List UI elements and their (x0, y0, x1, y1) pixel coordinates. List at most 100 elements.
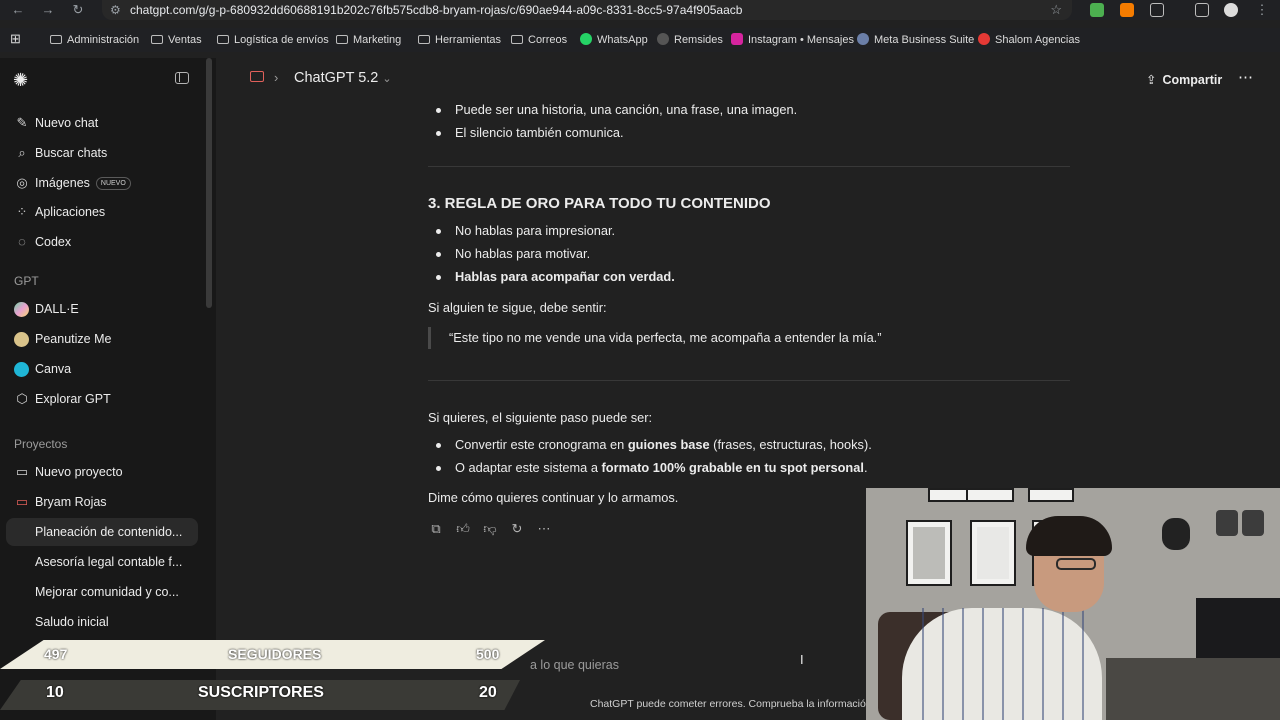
forward-icon[interactable]: → (40, 2, 56, 18)
thumbs-down-icon[interactable]: 👎︎ (482, 521, 498, 537)
copy-icon[interactable]: ⧉ (428, 521, 444, 537)
address-bar[interactable]: ⚙ chatgpt.com/g/g-p-680932dd60688191b202… (102, 0, 1072, 20)
chat-item[interactable]: Asesoría legal contable f... (6, 548, 198, 576)
thumbs-up-icon[interactable]: 👍︎ (455, 521, 471, 537)
folder-icon (336, 35, 348, 44)
sidebar-item-apps[interactable]: ⁘ Aplicaciones (6, 198, 198, 226)
blockquote: “Este tipo no me vende una vida perfecta… (428, 327, 1070, 349)
chat-header: › ChatGPT 5.2 ⌄ ⇪ Compartir ⋯ (216, 58, 1280, 102)
regenerate-icon[interactable]: ↻ (509, 521, 525, 537)
sidebar-item-new-chat[interactable]: ✎ Nuevo chat (6, 109, 198, 137)
list-item: Hablas para acompañar con verdad. (436, 269, 675, 284)
wall-frame (1028, 488, 1074, 502)
sidebar-item-search-chats[interactable]: ⌕ Buscar chats (6, 139, 198, 167)
sidebar-item-codex[interactable]: ◌ Codex (6, 228, 198, 256)
sidebar: ✺ ✎ Nuevo chat ⌕ Buscar chats ◎ Imágenes NUE… (0, 58, 216, 720)
bookmark-ventas[interactable]: Ventas (151, 33, 202, 47)
divider (428, 380, 1070, 381)
meta-icon (857, 33, 869, 45)
canva-icon (14, 362, 29, 377)
sidebar-item-new-project[interactable]: ▭ Nuevo proyecto (6, 458, 198, 486)
bookmark-logistica[interactable]: Logística de envíos (217, 33, 329, 47)
extensions-puzzle-icon[interactable] (1150, 3, 1164, 17)
wall-frame (966, 488, 1014, 502)
folder-icon (50, 35, 62, 44)
chevron-right-icon: › (274, 70, 279, 85)
bookmark-correos[interactable]: Correos (511, 33, 567, 47)
wall-hat (1162, 518, 1190, 550)
projects-section-label: Proyectos (14, 437, 68, 451)
stream-stats-overlay: 497 SEGUIDORES 500 10 SUSCRIPTORES 20 (0, 640, 545, 720)
chat-item[interactable]: Mejorar comunidad y co... (6, 578, 198, 606)
folder-icon (418, 35, 430, 44)
site-info-icon[interactable]: ⚙ (110, 0, 121, 20)
apps-grid-icon[interactable]: ⊞ (10, 32, 21, 46)
bookmark-shalom[interactable]: Shalom Agencias (978, 33, 1080, 47)
openai-logo-icon[interactable]: ✺ (13, 70, 28, 91)
bookmark-star-icon[interactable]: ☆ (1050, 0, 1062, 20)
paragraph: Dime cómo quieres continuar y lo armamos… (428, 490, 679, 505)
subscribers-label: SUSCRIPTORES (198, 684, 324, 701)
list-item: Convertir este cronograma en guiones bas… (436, 437, 872, 452)
bookmark-herramientas[interactable]: Herramientas (418, 33, 501, 47)
desk (1106, 658, 1280, 720)
bookmark-meta[interactable]: Meta Business Suite (857, 33, 974, 47)
sidebar-toggle-icon[interactable] (175, 72, 189, 84)
extension-icon[interactable] (1090, 3, 1104, 17)
instagram-icon (731, 33, 743, 45)
bookmark-marketing[interactable]: Marketing (336, 33, 401, 47)
list-item: No hablas para motivar. (435, 246, 591, 261)
list-item: No hablas para impresionar. (435, 223, 616, 238)
section-heading: 3. REGLA DE ORO PARA TODO TU CONTENIDO (428, 195, 771, 212)
project-folder-icon[interactable] (250, 71, 264, 82)
text-cursor-icon: I (800, 652, 804, 667)
person-glasses (1056, 558, 1096, 570)
followers-goal: 500 (476, 646, 500, 662)
followers-current: 497 (44, 646, 68, 662)
list-item: Puede ser una historia, una canción, una… (435, 102, 798, 117)
subscribers-goal: 20 (479, 684, 497, 701)
chevron-down-icon: ⌄ (382, 73, 392, 85)
gpt-section-label: GPT (14, 274, 39, 288)
model-selector[interactable]: ChatGPT 5.2 ⌄ (294, 70, 392, 86)
sidebar-item-canva[interactable]: Canva (6, 355, 198, 383)
bookmark-whatsapp[interactable]: WhatsApp (580, 33, 648, 47)
chat-item[interactable]: Saludo inicial (6, 608, 198, 636)
sidebar-scrollbar[interactable] (206, 58, 212, 308)
dalle-icon (14, 302, 29, 317)
bookmark-remsides[interactable]: Remsides (657, 33, 723, 47)
browser-menu-icon[interactable]: ⋮ (1254, 2, 1270, 18)
chat-item[interactable]: Planeación de contenido... (6, 518, 198, 546)
whatsapp-icon (580, 33, 592, 45)
bookmark-administracion[interactable]: Administración (50, 33, 139, 47)
divider (428, 166, 1070, 167)
webcam-overlay (866, 488, 1280, 720)
shalom-icon (978, 33, 990, 45)
share-button[interactable]: ⇪ Compartir (1146, 72, 1222, 87)
url-text: chatgpt.com/g/g-p-680932dd60688191b202c7… (130, 3, 743, 17)
sidebar-item-images[interactable]: ◎ Imágenes NUEVO (6, 169, 198, 197)
peanutize-icon (14, 332, 29, 347)
disclaimer-text: ChatGPT puede cometer errores. Comprueba… (590, 698, 866, 710)
folder-icon (217, 35, 229, 44)
back-icon[interactable]: ← (10, 2, 26, 18)
bookmark-instagram[interactable]: Instagram • Mensajes (731, 33, 854, 47)
new-project-icon: ▭ (15, 464, 29, 479)
explore-icon: ⬡ (16, 391, 28, 406)
more-options-icon[interactable]: ⋯ (1238, 68, 1254, 86)
folder-icon: ▭ (15, 494, 29, 509)
profile-avatar[interactable] (1224, 3, 1238, 17)
sidebar-item-dalle[interactable]: DALL·E (6, 295, 198, 323)
share-icon: ⇪ (1146, 73, 1157, 87)
followers-label: SEGUIDORES (228, 646, 322, 662)
folder-icon (151, 35, 163, 44)
sidebar-item-project-bryam[interactable]: ▭ Bryam Rojas (6, 488, 198, 516)
new-badge: NUEVO (95, 177, 131, 190)
downloads-icon[interactable] (1195, 3, 1209, 17)
more-icon[interactable]: ⋯ (536, 521, 552, 537)
wall-shirt (1242, 510, 1264, 536)
extension-icon[interactable] (1120, 3, 1134, 17)
reload-icon[interactable]: ↻ (70, 2, 86, 18)
sidebar-item-peanutize[interactable]: Peanutize Me (6, 325, 198, 353)
sidebar-item-explore-gpt[interactable]: ⬡ Explorar GPT (6, 385, 198, 413)
